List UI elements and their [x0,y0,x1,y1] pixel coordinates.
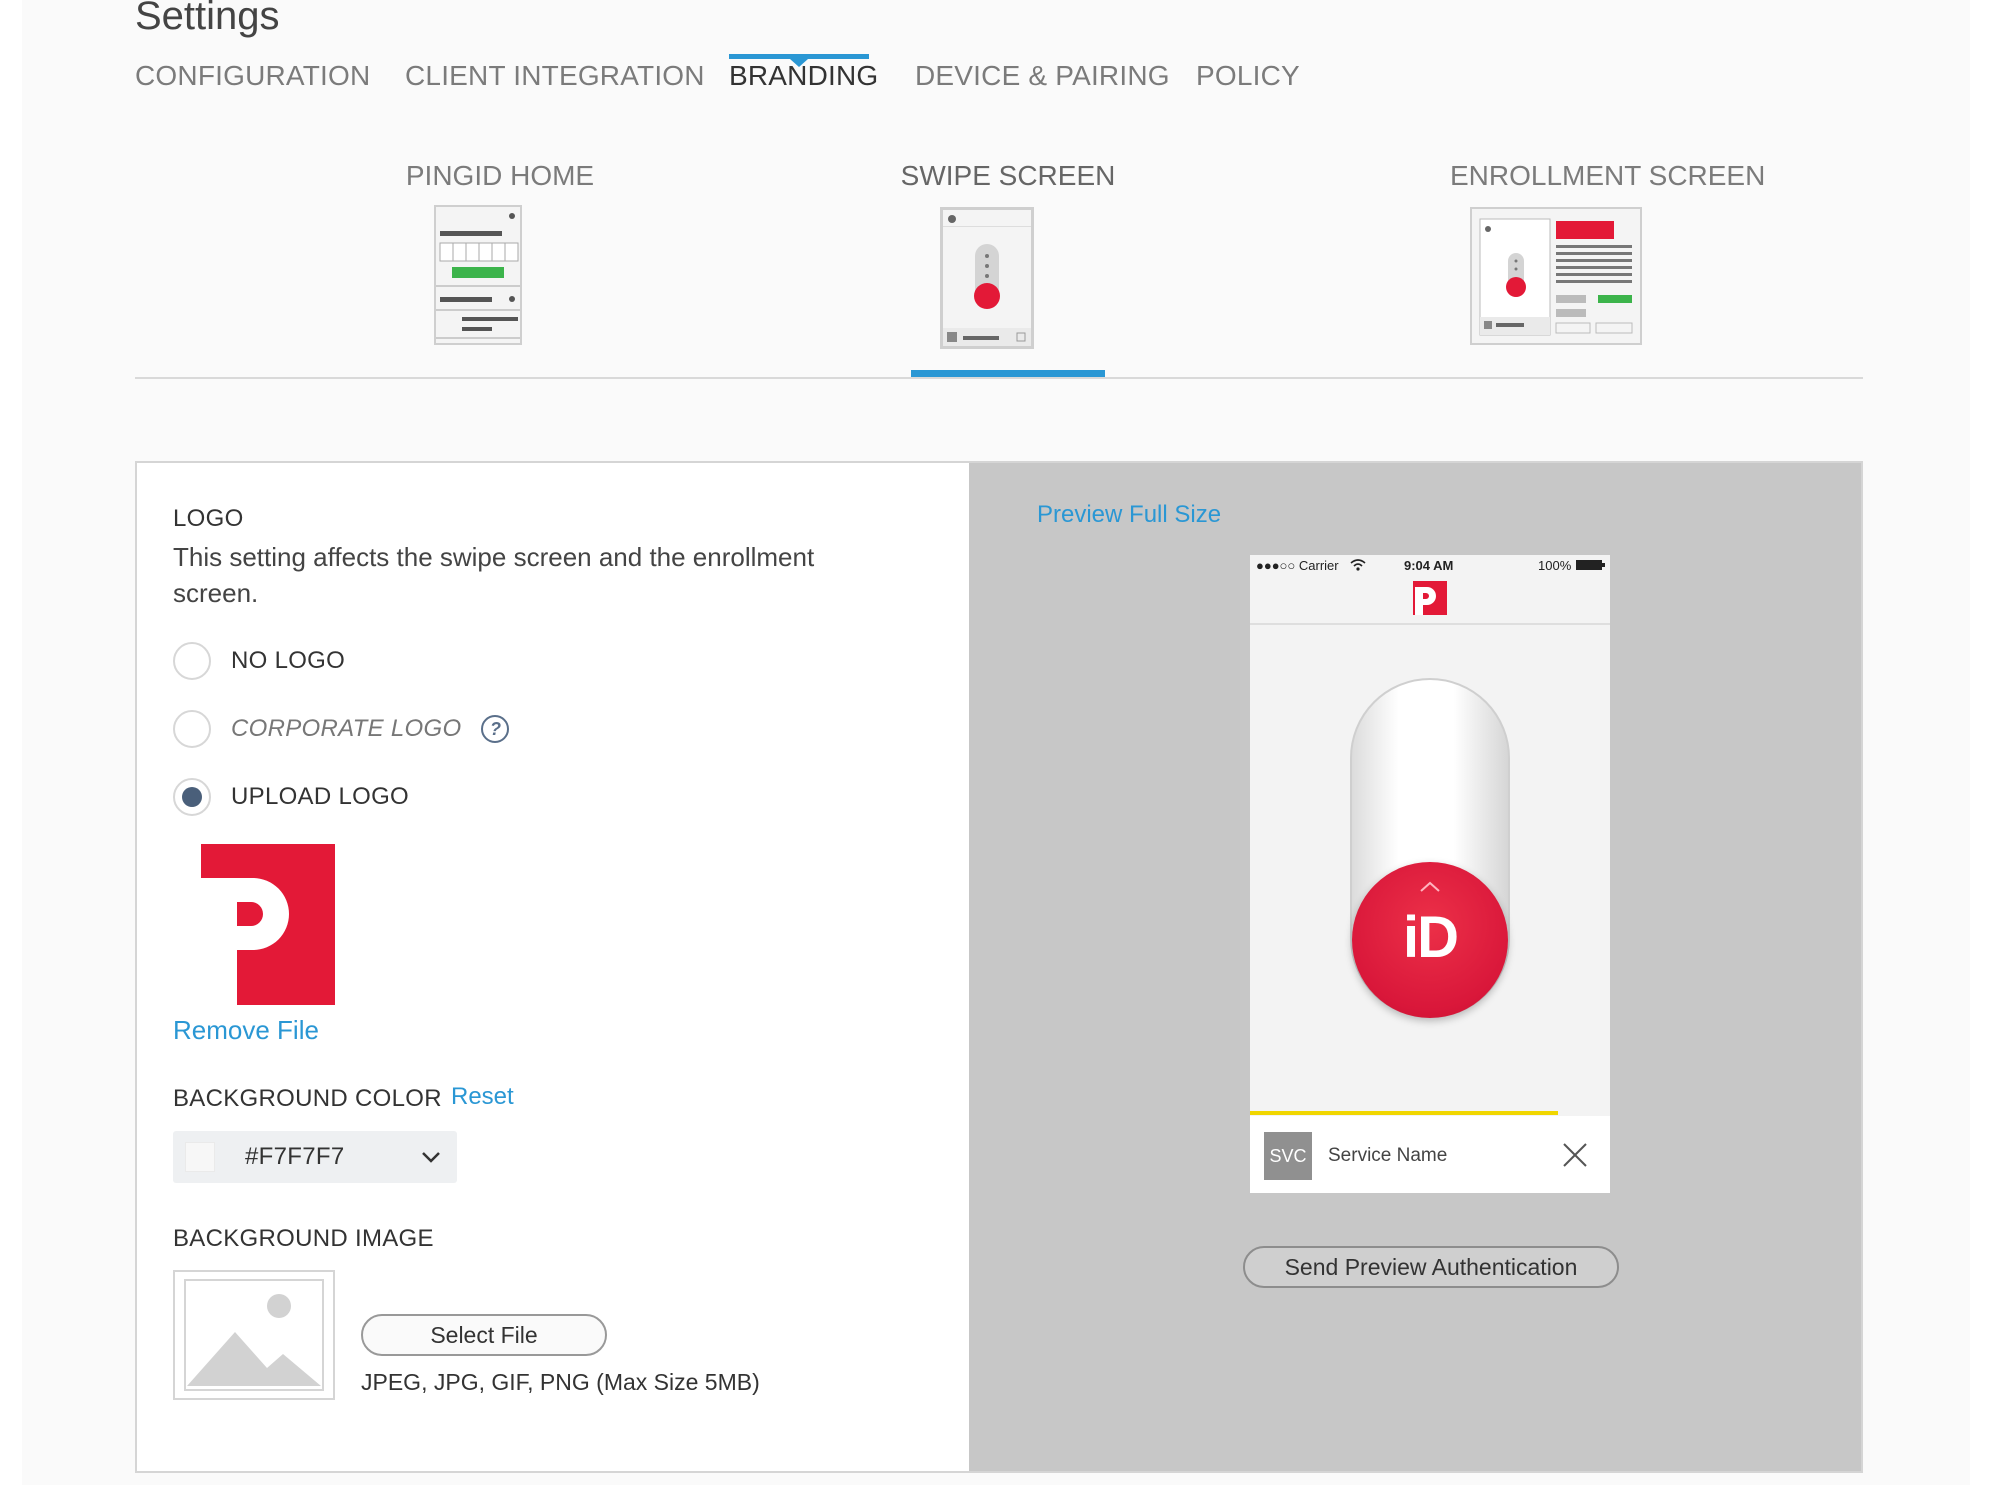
logo-heading: LOGO [173,505,244,532]
swipe-screen-wireframe-icon [943,215,1031,346]
subtabs-divider [135,377,1863,379]
battery-icon [1576,560,1605,570]
active-subtab-bar [911,370,1105,377]
tab-configuration[interactable]: CONFIGURATION [135,60,370,92]
swipe-screen-thumbnail[interactable] [940,207,1034,349]
phone-header [1250,577,1610,625]
chevron-up-icon [1420,881,1440,892]
close-icon[interactable] [1562,1142,1588,1168]
tab-device-pairing[interactable]: DEVICE & PAIRING [915,60,1170,92]
phone-preview: ●●●○○ Carrier 9:04 AM 100% iD SVC Servic… [1250,555,1610,1193]
subtab-label: PINGID HOME [405,160,595,191]
radio-label: CORPORATE LOGO [231,715,462,742]
progress-line [1250,1111,1558,1115]
chevron-down-icon [422,1152,440,1163]
pingid-home-wireframe-icon [436,207,520,339]
color-swatch [185,1142,215,1172]
subtab-pingid-home[interactable]: PINGID HOME [390,160,610,192]
background-image-placeholder [173,1270,335,1400]
color-value: #F7F7F7 [245,1143,345,1170]
p-logo-icon [201,878,289,1005]
battery-percent: 100% [1538,558,1572,573]
service-badge: SVC [1264,1132,1312,1180]
wifi-icon [1350,559,1366,571]
phone-logo [1413,581,1447,615]
settings-column: LOGO This setting affects the swipe scre… [137,463,969,1471]
uploaded-logo-image [201,844,335,1005]
page-title: Settings [135,0,280,38]
radio-button[interactable] [173,642,211,680]
reset-color-link[interactable]: Reset [451,1083,514,1111]
radio-button[interactable] [173,778,211,816]
p-logo-icon [1415,587,1436,615]
file-type-hint: JPEG, JPG, GIF, PNG (Max Size 5MB) [361,1369,760,1395]
active-tab-caret [790,59,808,67]
subtab-label: SWIPE SCREEN [900,160,1116,191]
phone-time: 9:04 AM [1404,558,1454,573]
radio-no-logo[interactable]: NO LOGO [173,639,345,683]
send-preview-authentication-button[interactable]: Send Preview Authentication [1243,1246,1619,1288]
phone-status-bar: ●●●○○ Carrier 9:04 AM 100% [1250,555,1610,577]
help-icon[interactable]: ? [481,715,510,743]
service-row: SVC Service Name [1250,1116,1610,1193]
background-color-select[interactable]: #F7F7F7 [173,1131,457,1183]
service-name: Service Name [1328,1145,1448,1166]
radio-label: NO LOGO [231,647,346,674]
subtab-enrollment-screen[interactable]: ENROLLMENT SCREEN [1450,160,1766,192]
pingid-home-thumbnail[interactable] [434,205,522,345]
swipe-button-label: iD [1403,905,1459,970]
image-placeholder-icon [184,1279,324,1391]
radio-label: UPLOAD LOGO [231,783,410,810]
swipe-button[interactable]: iD [1352,862,1508,1018]
radio-upload-logo[interactable]: UPLOAD LOGO [173,775,409,819]
radio-corporate-logo[interactable]: CORPORATE LOGO ? [173,707,510,751]
background-image-heading: BACKGROUND IMAGE [173,1225,434,1252]
logo-description: This setting affects the swipe screen an… [173,542,815,608]
enrollment-screen-thumbnail[interactable] [1470,207,1642,345]
tab-client-integration[interactable]: CLIENT INTEGRATION [405,60,705,92]
preview-full-size-link[interactable]: Preview Full Size [1037,501,1221,529]
remove-file-link[interactable]: Remove File [173,1015,319,1046]
background-color-heading: BACKGROUND COLOR [173,1085,442,1112]
enrollment-screen-wireframe-icon [1479,218,1633,336]
preview-column: Preview Full Size ●●●○○ Carrier 9:04 AM … [969,463,1861,1471]
settings-page: Settings CONFIGURATION CLIENT INTEGRATIO… [22,0,1970,1485]
branding-panel: LOGO This setting affects the swipe scre… [135,461,1863,1473]
select-file-button[interactable]: Select File [361,1314,607,1356]
tab-policy[interactable]: POLICY [1196,60,1300,92]
carrier-signal: ●●●○○ Carrier [1256,558,1339,573]
subtab-label: ENROLLMENT SCREEN [1450,160,1766,191]
radio-button[interactable] [173,710,211,748]
subtab-swipe-screen[interactable]: SWIPE SCREEN [898,160,1118,192]
